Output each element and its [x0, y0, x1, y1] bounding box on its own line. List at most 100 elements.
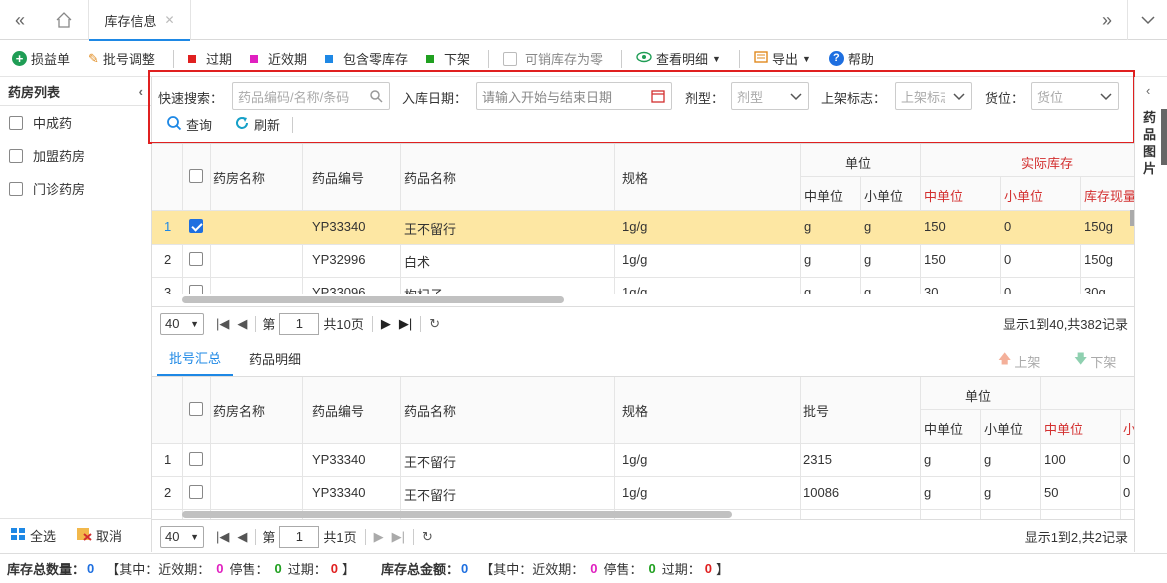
calendar-icon[interactable] [651, 89, 665, 106]
shelf-label: 上架标志： [821, 91, 887, 106]
arrow-down-icon: 🡇 [1074, 351, 1088, 366]
quick-search-input[interactable]: 药品编码/名称/条码 [232, 82, 390, 110]
shelf-select[interactable]: 上架标志 [895, 82, 972, 110]
checkbox-icon[interactable] [503, 51, 517, 66]
tab-inventory[interactable]: 库存信息 ✕ [88, 0, 191, 41]
sidebar-header: 药房列表 ‹ [0, 77, 151, 106]
scroll-left-icon[interactable]: « [0, 0, 40, 40]
horizontal-scrollbar[interactable] [182, 511, 732, 518]
expired-filter[interactable]: 过期 [187, 49, 232, 68]
chevron-down-icon [790, 89, 802, 106]
chevron-down-icon [1100, 89, 1112, 106]
last-page-icon[interactable]: ▶| [392, 529, 405, 545]
col-spec: 规格 [622, 171, 649, 186]
prev-page-icon[interactable]: ◀ [237, 529, 247, 545]
prev-page-icon[interactable]: ◀ [237, 316, 247, 332]
off-shelf-filter[interactable]: 下架 [425, 49, 470, 68]
col-name: 药品名称 [404, 171, 457, 186]
page-input[interactable]: 1 [279, 525, 320, 548]
batch-grid: 药房名称 药品编号 药品名称 规格 批号 单位 中单位 小单位 中单位 小 1 … [152, 376, 1134, 519]
loss-button[interactable]: + 损益单 [12, 49, 70, 68]
reload-icon[interactable]: ↻ [429, 316, 440, 332]
off-shelf-button[interactable]: 🡇 下架 [1074, 350, 1116, 372]
checkbox-icon[interactable] [9, 115, 23, 130]
pharmacy-sidebar: 药房列表 ‹ 中成药 加盟药房 门诊药房 全选 取消 [0, 77, 152, 552]
header-checkbox[interactable] [189, 169, 203, 183]
cancel-icon [76, 527, 92, 544]
reload-icon[interactable]: ↻ [422, 529, 433, 545]
include-zero-filter[interactable]: 包含零库存 [324, 49, 408, 68]
panel-handle[interactable] [1161, 109, 1167, 165]
col-pharmacy: 药房名称 [213, 171, 266, 186]
pager-summary: 显示1到40,共382记录 [1003, 317, 1128, 332]
page-input[interactable]: 1 [279, 312, 320, 335]
view-detail-button[interactable]: 查看明细 ▼ [636, 49, 721, 68]
pager-bottom: 40 ▼ |◀ ◀ 第 1 共1页 ▶ ▶| ↻ 显示1到2,共2记录 [152, 519, 1134, 553]
on-shelf-button[interactable]: 🡅 上架 [998, 350, 1040, 372]
chevron-down-icon[interactable] [1127, 0, 1167, 40]
checkbox-icon[interactable] [9, 181, 23, 196]
next-page-icon[interactable]: ▶ [374, 529, 384, 545]
sidebar-title: 药房列表 [8, 84, 61, 100]
col-mid: 中单位 [804, 189, 844, 204]
tab-drug-detail[interactable]: 药品明细 [240, 340, 310, 376]
chevron-down-icon [953, 89, 965, 106]
refresh-icon [234, 115, 250, 134]
sidebar-item[interactable]: 门诊药房 [0, 172, 151, 205]
dosage-label: 剂型： [685, 91, 725, 106]
first-page-icon[interactable]: |◀ [216, 316, 229, 332]
near-expiry-filter[interactable]: 近效期 [249, 49, 307, 68]
collapse-right-icon[interactable]: ‹ [1146, 83, 1150, 98]
collapse-left-icon[interactable]: ‹ [139, 84, 143, 99]
col-code: 药品编号 [312, 171, 365, 186]
toolbar: + 损益单 ✎ 批号调整 过期 近效期 包含零库存 下架 可销库存为零 查看明细… [0, 41, 1167, 77]
col-actual-small: 小单位 [1004, 189, 1044, 204]
dosage-select[interactable]: 剂型 [731, 82, 809, 110]
row-checkbox[interactable] [189, 219, 203, 233]
row-checkbox[interactable] [189, 452, 203, 466]
quick-search-label: 快速搜索： [158, 91, 224, 106]
sidebar-item[interactable]: 加盟药房 [0, 139, 151, 172]
col-small: 小单位 [864, 189, 904, 204]
export-button[interactable]: 导出 ▼ [754, 49, 811, 68]
batch-adjust-button[interactable]: ✎ 批号调整 [88, 49, 155, 68]
arrow-up-icon: 🡅 [998, 351, 1012, 366]
next-page-icon[interactable]: ▶ [381, 316, 391, 332]
page-size-select[interactable]: 40 ▼ [160, 312, 204, 335]
sellable-zero-checkbox[interactable]: 可销库存为零 [503, 49, 603, 68]
pager-summary: 显示1到2,共2记录 [1024, 530, 1128, 545]
home-icon[interactable] [44, 0, 84, 40]
help-button[interactable]: ? 帮助 [828, 49, 874, 68]
checkbox-icon[interactable] [9, 148, 23, 163]
page-size-select[interactable]: 40 ▼ [160, 525, 204, 548]
cancel-button[interactable]: 取消 [76, 526, 122, 545]
grid-icon [10, 527, 26, 544]
row-checkbox[interactable] [189, 252, 203, 266]
green-square-icon [425, 54, 434, 63]
scroll-right-icon[interactable]: » [1087, 0, 1127, 40]
caret-down-icon: ▼ [712, 53, 721, 64]
first-page-icon[interactable]: |◀ [216, 529, 229, 545]
date-range-input[interactable]: 请输入开始与结束日期 [476, 82, 672, 110]
red-square-icon [187, 54, 196, 63]
inventory-grid: 药房名称 药品编号 药品名称 规格 单位 实际库存 中单位 小单位 中单位 小单… [152, 143, 1134, 304]
last-page-icon[interactable]: ▶| [399, 316, 412, 332]
row-checkbox[interactable] [189, 485, 203, 499]
col-actual-mid: 中单位 [924, 189, 964, 204]
col-unit: 单位 [845, 156, 872, 171]
search-icon[interactable] [369, 89, 383, 106]
header-checkbox[interactable] [189, 402, 203, 416]
image-panel-label: 药品图片 [1143, 110, 1157, 176]
tab-batch-summary[interactable]: 批号汇总 [157, 340, 233, 376]
col-qty: 库存现量 [1084, 189, 1134, 204]
query-button[interactable]: 查询 [166, 115, 212, 134]
caret-down-icon: ▼ [801, 53, 811, 64]
horizontal-scrollbar[interactable] [182, 296, 564, 303]
sidebar-item[interactable]: 中成药 [0, 106, 151, 139]
refresh-button[interactable]: 刷新 [234, 115, 280, 134]
pencil-icon: ✎ [88, 50, 99, 66]
location-select[interactable]: 货位 [1031, 82, 1119, 110]
select-all-button[interactable]: 全选 [10, 526, 56, 545]
close-icon[interactable]: ✕ [164, 13, 174, 27]
tab-bar: « 库存信息 ✕ » [0, 0, 1167, 41]
